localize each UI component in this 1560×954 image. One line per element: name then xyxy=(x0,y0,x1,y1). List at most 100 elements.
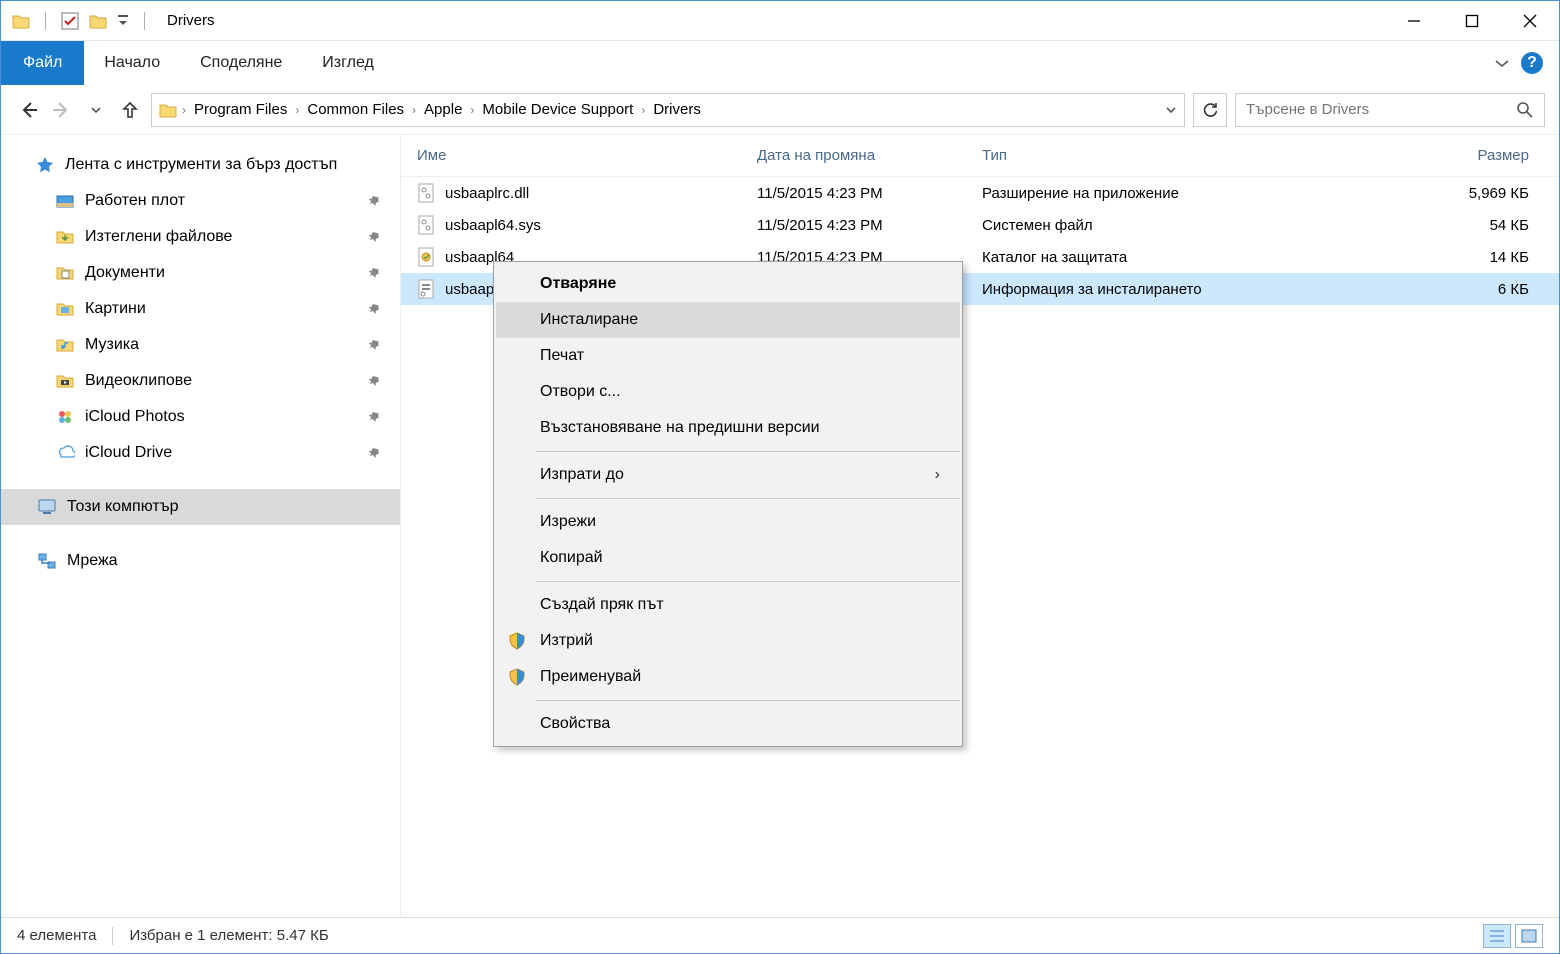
address-bar[interactable]: › Program Files › Common Files › Apple ›… xyxy=(151,93,1185,127)
tab-file[interactable]: Файл xyxy=(1,41,84,85)
shield-icon xyxy=(506,630,528,652)
search-icon[interactable] xyxy=(1516,101,1534,119)
file-row[interactable]: usbaapl64.sys11/5/2015 4:23 PMСистемен ф… xyxy=(401,209,1559,241)
chevron-right-icon: › xyxy=(935,466,940,484)
sidebar-item-label: Картини xyxy=(85,300,146,318)
file-row[interactable]: usbaaplrc.dll11/5/2015 4:23 PMРазширение… xyxy=(401,177,1559,209)
file-icon xyxy=(415,278,437,300)
pin-icon xyxy=(368,374,382,388)
cm-separator xyxy=(536,700,960,701)
sidebar-item[interactable]: Музика xyxy=(1,327,400,363)
folder-icon xyxy=(55,299,75,319)
view-thumbnails-button[interactable] xyxy=(1515,924,1543,948)
sidebar-this-pc[interactable]: Този компютър xyxy=(1,489,400,525)
nav-history-dropdown[interactable] xyxy=(83,97,109,123)
breadcrumb[interactable]: Common Files xyxy=(303,99,408,120)
column-name[interactable]: Име xyxy=(401,147,741,164)
cm-delete[interactable]: Изтрий xyxy=(496,623,960,659)
breadcrumb[interactable]: Program Files xyxy=(190,99,291,120)
search-input[interactable] xyxy=(1246,101,1516,118)
maximize-button[interactable] xyxy=(1443,3,1501,39)
titlebar-separator xyxy=(45,12,46,30)
column-size[interactable]: Размер xyxy=(1241,147,1559,164)
crumb-sep[interactable]: › xyxy=(470,103,474,117)
cm-open[interactable]: Отваряне xyxy=(496,266,960,302)
cm-restore[interactable]: Възстановяване на предишни версии xyxy=(496,410,960,446)
file-size: 54 КБ xyxy=(1241,217,1559,234)
nav-back-button[interactable] xyxy=(15,97,41,123)
sidebar-item-label: iCloud Drive xyxy=(85,444,172,462)
tab-view[interactable]: Изглед xyxy=(302,41,394,85)
sidebar-item[interactable]: iCloud Drive xyxy=(1,435,400,471)
minimize-button[interactable] xyxy=(1385,3,1443,39)
nav-up-button[interactable] xyxy=(117,97,143,123)
sidebar-quick-access[interactable]: Лента с инструменти за бърз достъп xyxy=(1,147,400,183)
crumb-sep[interactable]: › xyxy=(295,103,299,117)
cm-cut[interactable]: Изрежи xyxy=(496,504,960,540)
sidebar-label: Мрежа xyxy=(67,552,118,570)
cm-install[interactable]: Инсталиране xyxy=(496,302,960,338)
statusbar: 4 елемента Избран е 1 елемент: 5.47 КБ xyxy=(1,917,1559,953)
sidebar: Лента с инструменти за бърз достъп Работ… xyxy=(1,135,401,917)
crumb-sep[interactable]: › xyxy=(412,103,416,117)
folder-icon xyxy=(55,227,75,247)
sidebar-label: Този компютър xyxy=(67,498,179,516)
cm-copy[interactable]: Копирай xyxy=(496,540,960,576)
view-details-button[interactable] xyxy=(1483,924,1511,948)
cm-separator xyxy=(536,581,960,582)
qat-dropdown-icon[interactable] xyxy=(116,11,130,31)
titlebar-separator-2 xyxy=(144,12,145,30)
refresh-button[interactable] xyxy=(1193,93,1227,127)
folder-icon xyxy=(11,11,31,31)
folder-icon xyxy=(55,371,75,391)
cm-properties[interactable]: Свойства xyxy=(496,706,960,742)
sidebar-item-label: iCloud Photos xyxy=(85,408,185,426)
pin-icon xyxy=(368,266,382,280)
folder-icon xyxy=(55,335,75,355)
sidebar-item-label: Музика xyxy=(85,336,139,354)
sidebar-network[interactable]: Мрежа xyxy=(1,543,400,579)
sidebar-item[interactable]: Документи xyxy=(1,255,400,291)
file-icon xyxy=(415,214,437,236)
context-menu: Отваряне Инсталиране Печат Отвори с... В… xyxy=(493,261,963,747)
cm-separator xyxy=(536,498,960,499)
pin-icon xyxy=(368,338,382,352)
sidebar-item[interactable]: Видеоклипове xyxy=(1,363,400,399)
cm-create-shortcut[interactable]: Създай пряк път xyxy=(496,587,960,623)
sidebar-item[interactable]: Работен плот xyxy=(1,183,400,219)
breadcrumb[interactable]: Mobile Device Support xyxy=(478,99,637,120)
ribbon-expand-icon[interactable] xyxy=(1493,57,1511,69)
pin-icon xyxy=(368,446,382,460)
folder-qat-icon[interactable] xyxy=(88,11,108,31)
sidebar-item[interactable]: iCloud Photos xyxy=(1,399,400,435)
search-box[interactable] xyxy=(1235,93,1545,127)
sidebar-item[interactable]: Изтеглени файлове xyxy=(1,219,400,255)
crumb-sep[interactable]: › xyxy=(182,103,186,117)
ribbon: Файл Начало Споделяне Изглед ? xyxy=(1,41,1559,85)
file-size: 6 КБ xyxy=(1241,281,1559,298)
address-dropdown-icon[interactable] xyxy=(1164,103,1178,117)
cm-open-with[interactable]: Отвори с... xyxy=(496,374,960,410)
help-icon[interactable]: ? xyxy=(1521,52,1543,74)
sidebar-item[interactable]: Картини xyxy=(1,291,400,327)
pc-icon xyxy=(37,497,57,517)
network-icon xyxy=(37,551,57,571)
cm-rename[interactable]: Преименувай xyxy=(496,659,960,695)
checkmark-icon[interactable] xyxy=(60,11,80,31)
breadcrumb[interactable]: Apple xyxy=(420,99,466,120)
column-type[interactable]: Тип xyxy=(966,147,1241,164)
cm-send-to[interactable]: Изпрати до› xyxy=(496,457,960,493)
status-separator xyxy=(112,927,113,945)
breadcrumb[interactable]: Drivers xyxy=(649,99,705,120)
cm-print[interactable]: Печат xyxy=(496,338,960,374)
sidebar-item-label: Изтеглени файлове xyxy=(85,228,232,246)
column-date[interactable]: Дата на промяна xyxy=(741,147,966,164)
tab-share[interactable]: Споделяне xyxy=(180,41,302,85)
crumb-sep[interactable]: › xyxy=(641,103,645,117)
nav-forward-button[interactable] xyxy=(49,97,75,123)
close-button[interactable] xyxy=(1501,3,1559,39)
file-icon xyxy=(415,182,437,204)
tab-home[interactable]: Начало xyxy=(84,41,180,85)
folder-icon xyxy=(55,191,75,211)
sidebar-item-label: Видеоклипове xyxy=(85,372,192,390)
